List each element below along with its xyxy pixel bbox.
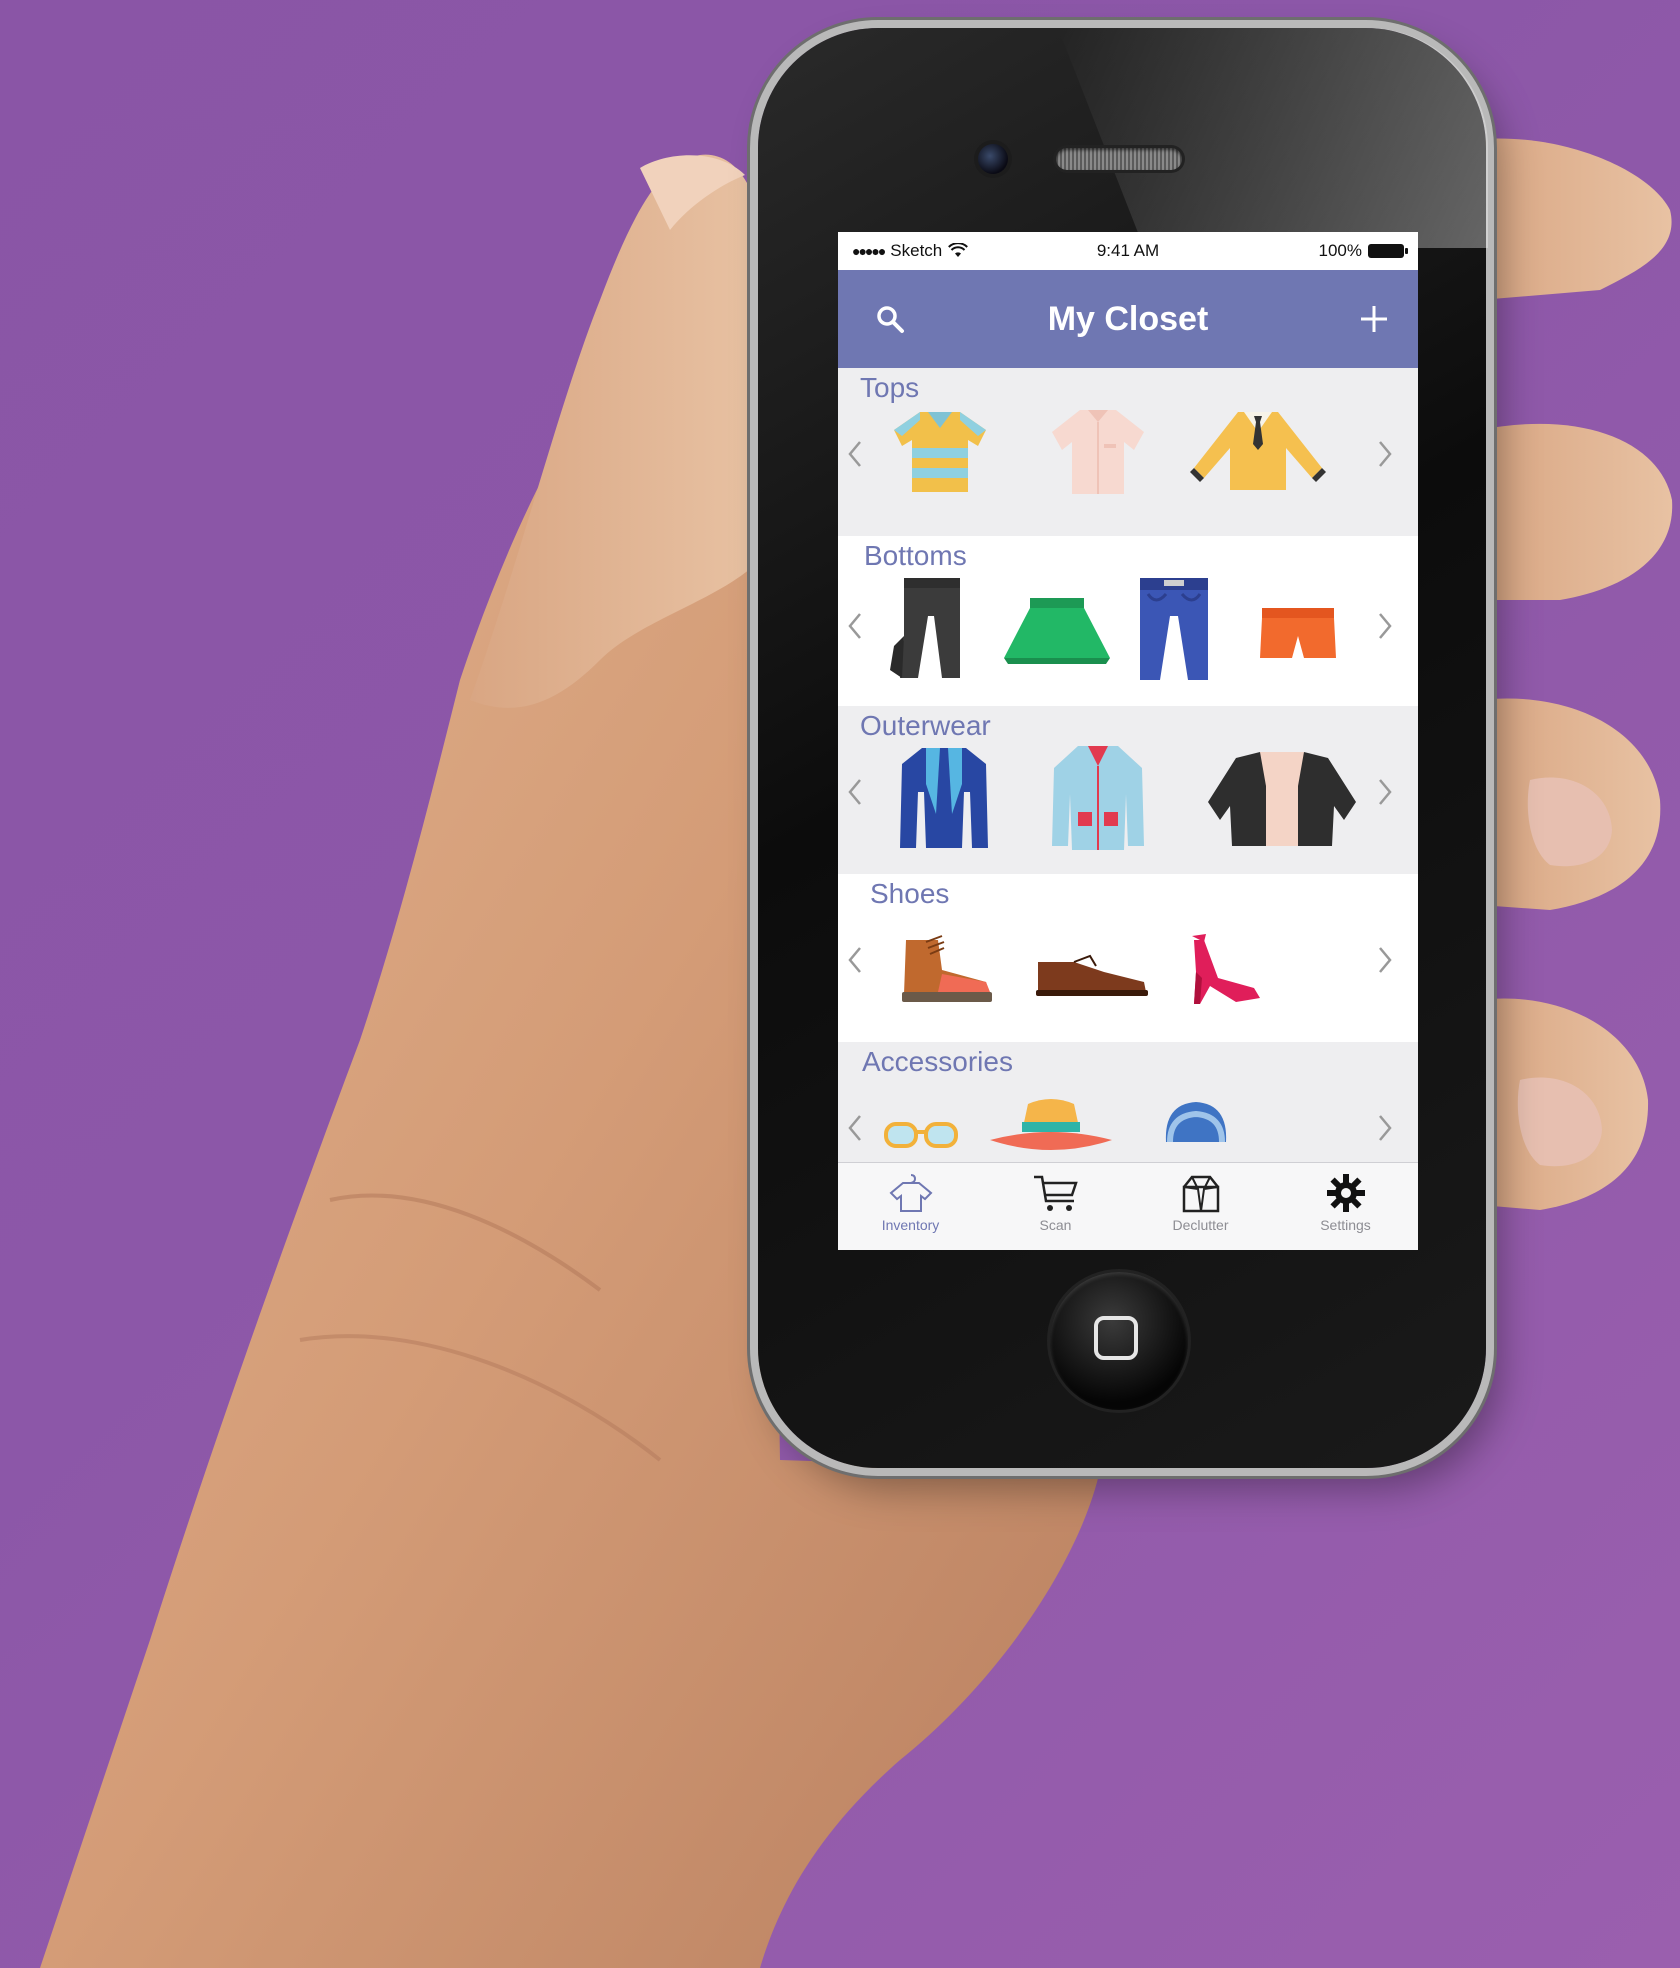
section-tops: Tops: [838, 368, 1418, 536]
pink-shirt-icon[interactable]: [1048, 404, 1148, 496]
green-skirt-icon[interactable]: [1002, 596, 1112, 666]
brown-boot-icon[interactable]: [898, 934, 994, 1006]
wifi-icon: [948, 243, 969, 257]
section-title: Shoes: [870, 878, 950, 909]
chevron-left-icon: [848, 1115, 861, 1141]
chevron-right-icon: [1379, 779, 1392, 805]
brown-oxford-shoe-icon[interactable]: [1034, 952, 1150, 1000]
light-blue-cardigan-icon[interactable]: [1048, 742, 1148, 852]
section-title: Bottoms: [864, 540, 967, 571]
cart-icon: [1033, 1175, 1078, 1211]
tab-scan[interactable]: Scan: [996, 1173, 1116, 1233]
scroll-left-arrow[interactable]: [842, 606, 868, 646]
chevron-right-icon: [1379, 613, 1392, 639]
yellow-sweater-icon[interactable]: [1188, 408, 1328, 492]
tab-settings[interactable]: Settings: [1286, 1173, 1406, 1233]
box-icon: [1182, 1175, 1219, 1213]
chevron-right-icon: [1379, 1115, 1392, 1141]
gear-icon: [1326, 1174, 1365, 1212]
scroll-right-arrow[interactable]: [1372, 606, 1398, 646]
home-button[interactable]: [1050, 1272, 1188, 1410]
tab-inventory[interactable]: Inventory: [851, 1173, 971, 1233]
chevron-left-icon: [848, 613, 861, 639]
striped-polo-shirt-icon[interactable]: [890, 406, 990, 494]
app-screen: ●●●●● Sketch 9:41 AM 100% My Closet Tops…: [838, 232, 1418, 1250]
scroll-right-arrow[interactable]: [1372, 772, 1398, 812]
chevron-right-icon: [1379, 947, 1392, 973]
baseball-cap-icon[interactable]: [1158, 1098, 1234, 1152]
scroll-left-arrow[interactable]: [842, 1108, 868, 1148]
section-title: Outerwear: [860, 710, 991, 741]
scroll-left-arrow[interactable]: [842, 434, 868, 474]
section-shoes: Shoes: [838, 874, 1418, 1042]
tab-label: Settings: [1320, 1217, 1371, 1233]
scroll-right-arrow[interactable]: [1372, 434, 1398, 474]
search-button[interactable]: [868, 297, 912, 341]
status-bar: ●●●●● Sketch 9:41 AM 100%: [838, 232, 1418, 270]
tab-bar: Inventory Scan Declutter Settings: [838, 1162, 1418, 1250]
glasses-icon[interactable]: [882, 1120, 960, 1150]
nav-bar: My Closet: [838, 270, 1418, 368]
shirt-hanger-icon: [889, 1174, 932, 1212]
tab-label: Declutter: [1172, 1217, 1229, 1233]
battery-percent: 100%: [1318, 241, 1362, 260]
section-outerwear: Outerwear: [838, 706, 1418, 874]
section-title: Tops: [860, 372, 920, 403]
scroll-left-arrow[interactable]: [842, 772, 868, 812]
chevron-left-icon: [848, 779, 861, 805]
page-title: My Closet: [1047, 299, 1209, 338]
earpiece-speaker: [1056, 148, 1182, 170]
tab-label: Inventory: [881, 1217, 940, 1233]
carrier-label: Sketch: [890, 241, 943, 260]
tab-declutter[interactable]: Declutter: [1141, 1173, 1261, 1233]
phone-glare: [1058, 28, 1488, 248]
black-trousers-icon[interactable]: [888, 576, 968, 680]
blue-jeans-icon[interactable]: [1134, 576, 1214, 682]
chevron-left-icon: [848, 947, 861, 973]
chevron-left-icon: [848, 441, 861, 467]
battery-icon: [1368, 244, 1408, 258]
sun-hat-icon[interactable]: [988, 1096, 1114, 1156]
orange-shorts-icon[interactable]: [1258, 606, 1338, 662]
tab-label: Scan: [1039, 1217, 1072, 1233]
blue-blazer-icon[interactable]: [896, 744, 992, 852]
scroll-right-arrow[interactable]: [1372, 1108, 1398, 1148]
black-jacket-icon[interactable]: [1206, 746, 1358, 850]
chevron-right-icon: [1379, 441, 1392, 467]
section-bottoms: Bottoms: [838, 536, 1418, 706]
front-camera: [978, 144, 1008, 174]
signal-dots-icon: ●●●●●: [852, 243, 886, 259]
plus-icon: [1361, 306, 1387, 332]
section-title: Accessories: [862, 1046, 1013, 1077]
scroll-right-arrow[interactable]: [1372, 940, 1398, 980]
add-item-button[interactable]: [1352, 297, 1396, 341]
red-high-heel-icon[interactable]: [1184, 932, 1264, 1008]
scroll-left-arrow[interactable]: [842, 940, 868, 980]
search-icon: [877, 306, 904, 333]
